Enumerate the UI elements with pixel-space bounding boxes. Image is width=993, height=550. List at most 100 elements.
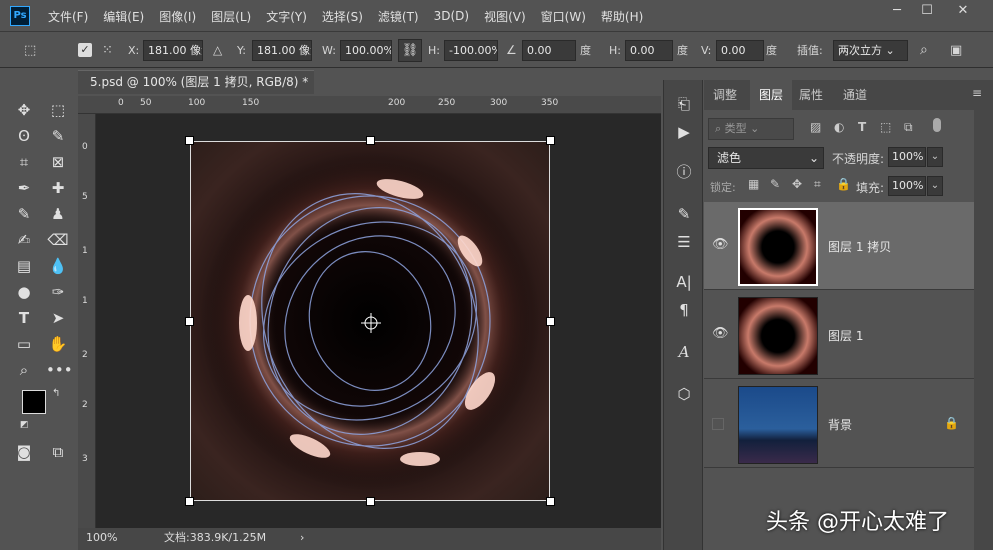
menu-filter[interactable]: 滤镜(T) [378, 8, 419, 25]
minimize-button[interactable]: ─ [882, 0, 912, 22]
fill-field[interactable]: 100% [888, 176, 926, 196]
transform-handle[interactable] [366, 136, 375, 145]
vskew-field[interactable]: 0.00 [716, 40, 764, 61]
transform-handle[interactable] [185, 317, 194, 326]
layer-name[interactable]: 背景 [828, 416, 852, 433]
healing-brush-tool-icon[interactable]: ✚ [46, 176, 70, 200]
blend-mode-select[interactable]: 滤色 ⌄ [708, 147, 824, 169]
actions-play-icon[interactable]: ▶ [672, 120, 696, 144]
brush-settings-icon[interactable]: ✎ [672, 202, 696, 226]
blur-tool-icon[interactable]: 💧 [46, 254, 70, 278]
menu-select[interactable]: 选择(S) [322, 8, 363, 25]
lock-image-icon[interactable]: ✎ [770, 177, 780, 191]
lock-artboard-icon[interactable]: ⌗ [814, 177, 821, 192]
lock-all-icon[interactable]: 🔒 [836, 177, 851, 191]
document-tab[interactable]: 5.psd @ 100% (图层 1 拷贝, RGB/8) * × [78, 70, 314, 111]
history-brush-tool-icon[interactable]: ✍ [12, 228, 36, 252]
eye-icon[interactable]: 👁 [712, 238, 729, 252]
y-field[interactable]: 181.00 像素 [252, 40, 312, 61]
default-colors-icon[interactable]: ◩ [20, 420, 29, 430]
menu-file[interactable]: 文件(F) [48, 8, 88, 25]
panel-menu-icon[interactable]: ≡ [972, 86, 982, 100]
lasso-tool-icon[interactable]: ʘ [12, 124, 36, 148]
marquee-tool-icon[interactable]: ⬚ [46, 98, 70, 122]
hskew-field[interactable]: 0.00 [625, 40, 673, 61]
x-field[interactable]: 181.00 像素 [143, 40, 203, 61]
height-field[interactable]: -100.00% [444, 40, 498, 61]
opacity-field[interactable]: 100% [888, 147, 926, 167]
filter-type-icon[interactable]: T [858, 120, 866, 134]
eyedropper-tool-icon[interactable]: ✒ [12, 176, 36, 200]
menu-edit[interactable]: 编辑(E) [103, 8, 144, 25]
menu-type[interactable]: 文字(Y) [266, 8, 307, 25]
info-icon[interactable]: ⓘ [672, 160, 696, 184]
3d-cube-icon[interactable]: ⬡ [672, 382, 696, 406]
filter-toggle[interactable] [933, 118, 941, 132]
swap-colors-icon[interactable]: ↰ [52, 388, 60, 399]
reference-grid-icon[interactable]: ⁙ [102, 40, 113, 61]
menu-window[interactable]: 窗口(W) [541, 8, 586, 25]
eye-icon[interactable]: 👁 [712, 327, 729, 341]
link-icon[interactable]: ⛓ [398, 39, 422, 62]
layer-row-background[interactable]: 背景 🔒 [704, 380, 974, 468]
layer-row[interactable]: 👁 图层 1 [704, 291, 974, 379]
layer-name[interactable]: 图层 1 拷贝 [828, 238, 891, 255]
eraser-tool-icon[interactable]: ⌫ [46, 228, 70, 252]
maximize-button[interactable]: ☐ [912, 0, 942, 22]
filter-pixel-icon[interactable]: ▨ [810, 120, 821, 134]
layer-name[interactable]: 图层 1 [828, 327, 863, 344]
character-icon[interactable]: A| [672, 270, 696, 294]
visibility-toggle-off[interactable] [712, 418, 724, 430]
zoom-level[interactable]: 100% [86, 528, 117, 548]
adjustments-sliders-icon[interactable]: ☰ [672, 230, 696, 254]
menu-3d[interactable]: 3D(D) [434, 9, 469, 23]
transform-handle[interactable] [185, 497, 194, 506]
menu-image[interactable]: 图像(I) [159, 8, 196, 25]
tab-adjustments[interactable]: 调整 [704, 80, 746, 110]
transform-handle[interactable] [546, 497, 555, 506]
quick-select-tool-icon[interactable]: ✎ [46, 124, 70, 148]
filter-adjustment-icon[interactable]: ◐ [834, 120, 844, 134]
warp-icon[interactable]: ⌕ [920, 40, 928, 61]
type-tool-icon[interactable]: T [12, 306, 36, 330]
quick-mask-icon[interactable]: ◙ [12, 440, 36, 464]
frame-tool-icon[interactable]: ⊠ [46, 150, 70, 174]
filter-type-select[interactable]: ⌕ 类型 ⌄ [708, 118, 794, 140]
angle-field[interactable]: 0.00 [522, 40, 576, 61]
lock-position-icon[interactable]: ✥ [792, 177, 802, 191]
layer-row-selected[interactable]: 👁 图层 1 拷贝 [704, 202, 974, 290]
zoom-tool-icon[interactable]: ⌕ [12, 358, 36, 382]
filter-smart-object-icon[interactable]: ⧉ [904, 120, 913, 135]
lock-transparent-icon[interactable]: ▦ [748, 177, 759, 191]
brush-tool-icon[interactable]: ✎ [12, 202, 36, 226]
tab-channels[interactable]: 通道 [834, 80, 876, 110]
transform-handle[interactable] [185, 136, 194, 145]
fill-dropdown-icon[interactable]: ⌄ [927, 176, 943, 196]
tab-layers[interactable]: 图层 [750, 80, 793, 110]
transform-handle[interactable] [366, 497, 375, 506]
filter-shape-icon[interactable]: ⬚ [880, 120, 891, 134]
transform-bounding-box[interactable] [190, 141, 550, 501]
more-tools-icon[interactable]: ••• [46, 358, 73, 382]
delta-icon[interactable]: △ [213, 40, 222, 61]
interpolation-select[interactable]: 两次立方 ⌄ [833, 40, 908, 61]
width-field[interactable]: 100.00% [340, 40, 392, 61]
checkbox-icon[interactable]: ✓ [78, 43, 92, 57]
tab-properties[interactable]: 属性 [790, 80, 832, 110]
history-icon[interactable]: ⎗ [672, 92, 696, 116]
opacity-dropdown-icon[interactable]: ⌄ [927, 147, 943, 167]
reference-point-icon[interactable]: ⬚ [24, 40, 36, 61]
glyphs-icon[interactable]: A [672, 340, 696, 364]
menu-layer[interactable]: 图层(L) [211, 8, 251, 25]
transform-handle[interactable] [546, 317, 555, 326]
dodge-tool-icon[interactable]: ● [12, 280, 36, 304]
close-window-button[interactable]: ✕ [948, 0, 978, 22]
foreground-color-swatch[interactable] [22, 390, 46, 414]
crop-tool-icon[interactable]: ⌗ [12, 150, 36, 174]
menu-help[interactable]: 帮助(H) [601, 8, 643, 25]
transform-handle[interactable] [546, 136, 555, 145]
rectangle-tool-icon[interactable]: ▭ [12, 332, 36, 356]
paragraph-icon[interactable]: ¶ [672, 298, 696, 322]
status-arrow-icon[interactable]: › [300, 528, 304, 548]
gradient-tool-icon[interactable]: ▤ [12, 254, 36, 278]
